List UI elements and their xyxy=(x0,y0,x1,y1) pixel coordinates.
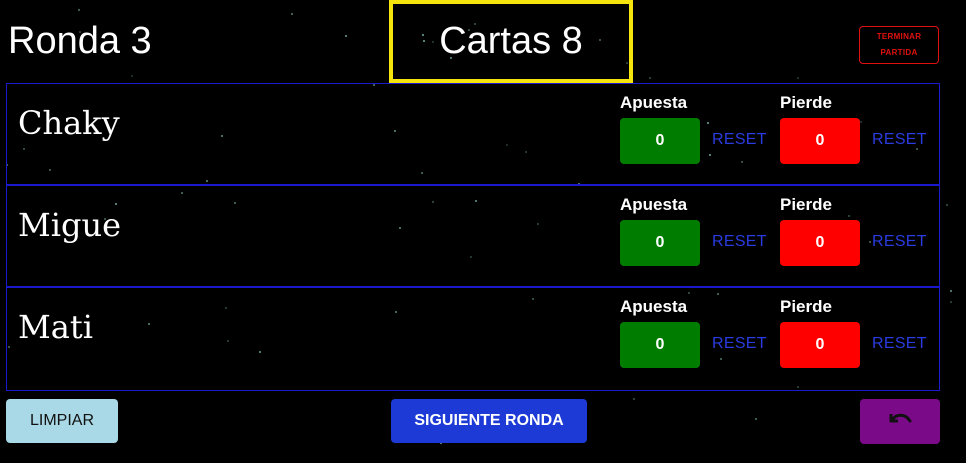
round-title: Ronda 3 xyxy=(8,20,152,62)
bet-reset-button[interactable]: RESET xyxy=(712,335,767,353)
star xyxy=(946,204,948,206)
star xyxy=(633,398,635,400)
bet-label: Apuesta xyxy=(620,297,688,316)
lose-value-button[interactable]: 0 xyxy=(780,220,860,266)
lose-label: Pierde xyxy=(780,297,832,316)
end-game-label-line1: TERMINAR xyxy=(876,32,922,41)
clear-button[interactable]: LIMPIAR xyxy=(6,399,118,443)
lose-label: Pierde xyxy=(780,195,832,214)
star xyxy=(345,35,347,37)
next-round-button[interactable]: SIGUIENTE RONDA xyxy=(391,399,587,443)
star xyxy=(950,290,952,292)
undo-button[interactable] xyxy=(860,399,940,444)
star xyxy=(78,9,80,11)
cards-count-box: Cartas 8 xyxy=(389,0,633,83)
bet-reset-button[interactable]: RESET xyxy=(712,131,767,149)
lose-reset-button[interactable]: RESET xyxy=(872,335,927,353)
bet-value-button[interactable]: 0 xyxy=(620,322,700,368)
bet-value-button[interactable]: 0 xyxy=(620,118,700,164)
star xyxy=(950,301,952,303)
player-name: Migue xyxy=(18,206,122,244)
players-table: Chaky Apuesta Pierde 0 RESET 0 RESET Mig… xyxy=(6,83,940,391)
player-name: Chaky xyxy=(18,104,120,142)
end-game-button[interactable]: TERMINAR PARTIDA xyxy=(859,26,939,64)
lose-value-button[interactable]: 0 xyxy=(780,118,860,164)
undo-icon xyxy=(887,410,913,433)
star xyxy=(291,13,293,15)
bet-label: Apuesta xyxy=(620,195,688,214)
end-game-label-line2: PARTIDA xyxy=(880,48,918,57)
player-row: Mati Apuesta Pierde 0 RESET 0 RESET xyxy=(7,288,939,390)
star xyxy=(755,418,757,420)
lose-value-button[interactable]: 0 xyxy=(780,322,860,368)
star xyxy=(797,77,799,79)
bet-label: Apuesta xyxy=(620,93,688,112)
player-name: Mati xyxy=(18,308,93,346)
bet-value-button[interactable]: 0 xyxy=(620,220,700,266)
lose-reset-button[interactable]: RESET xyxy=(872,131,927,149)
star xyxy=(649,77,651,79)
player-row: Chaky Apuesta Pierde 0 RESET 0 RESET xyxy=(7,84,939,186)
star xyxy=(131,75,133,77)
lose-reset-button[interactable]: RESET xyxy=(872,233,927,251)
player-row: Migue Apuesta Pierde 0 RESET 0 RESET xyxy=(7,186,939,288)
cards-count-label: Cartas 8 xyxy=(439,20,583,62)
bet-reset-button[interactable]: RESET xyxy=(712,233,767,251)
lose-label: Pierde xyxy=(780,93,832,112)
